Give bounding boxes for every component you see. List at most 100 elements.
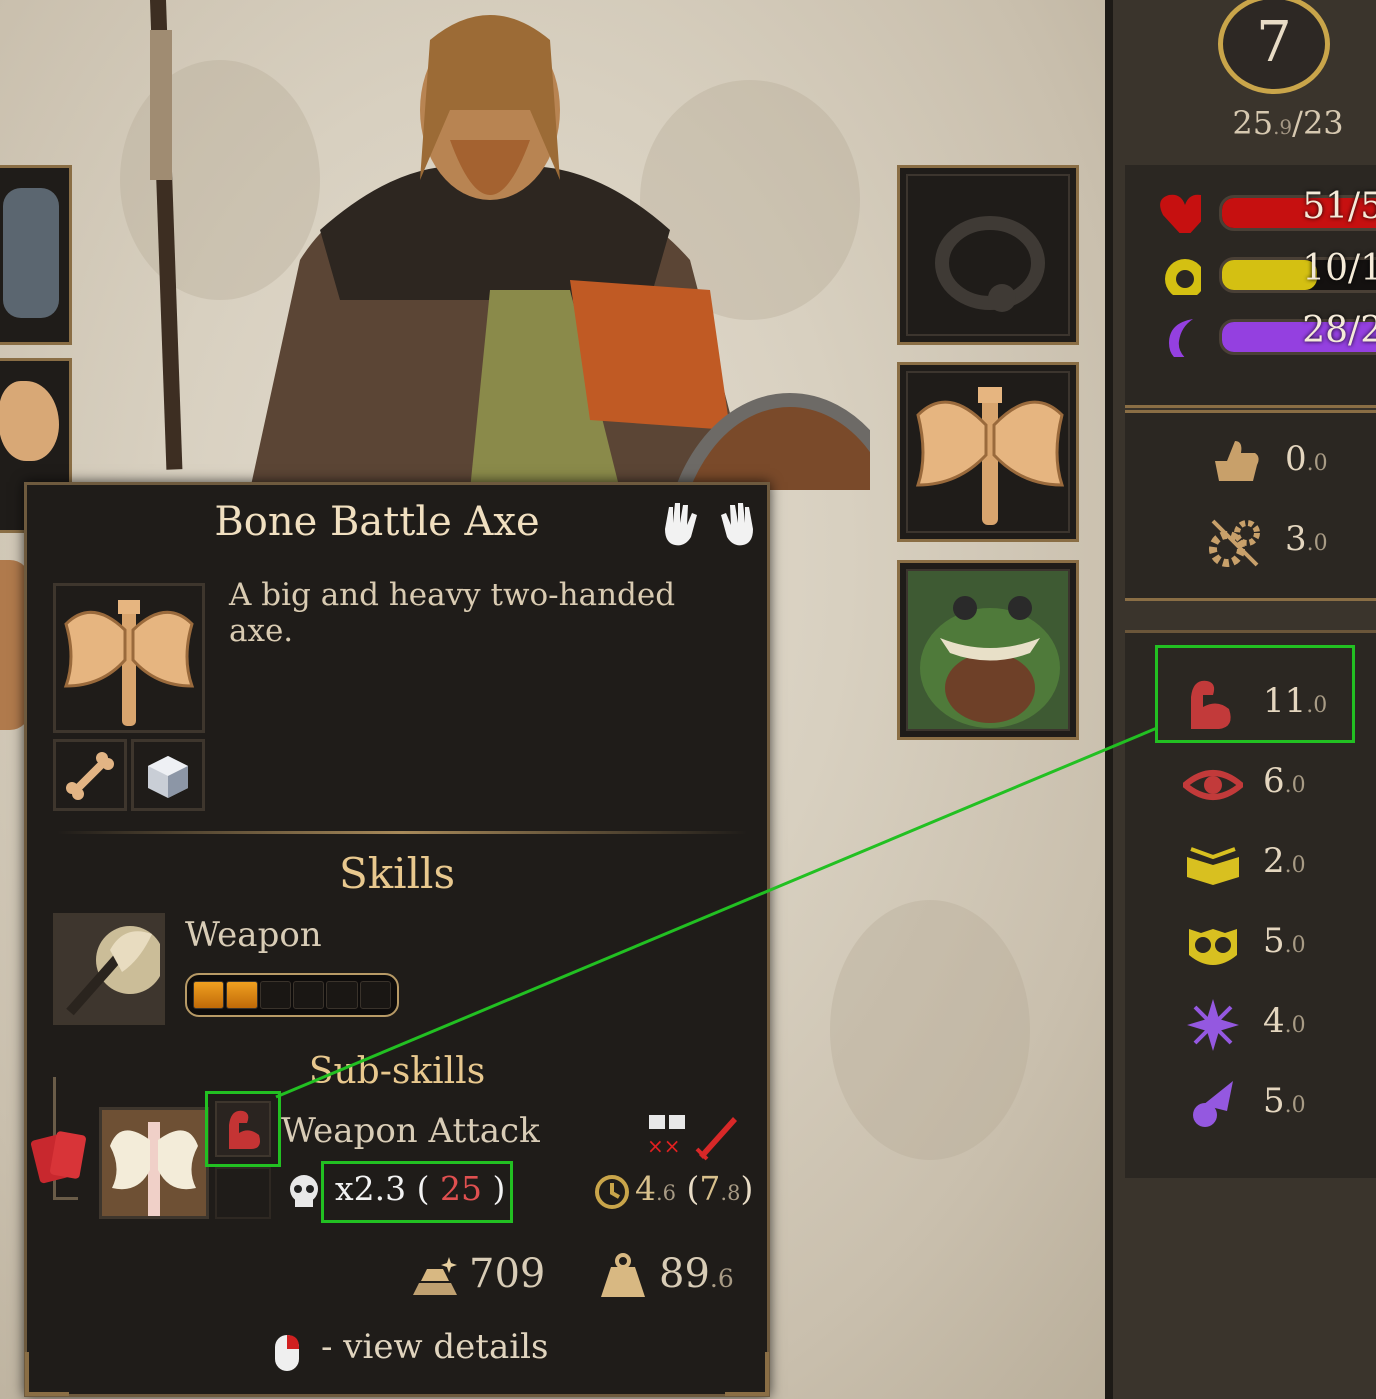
- stat-value: 2.0: [1263, 841, 1306, 881]
- skill-progress-bar: [185, 973, 399, 1017]
- stat-value: 3.0: [1285, 519, 1328, 559]
- carry-weight-decimal: .9: [1273, 115, 1293, 139]
- carry-weight-max: /23: [1292, 104, 1344, 142]
- battle-axe-icon: [915, 387, 1065, 525]
- time-value: 4: [635, 1169, 656, 1208]
- crescent-arrow-icon: [1193, 1081, 1233, 1127]
- stat-value: 4.0: [1263, 1001, 1306, 1041]
- stat-value: 6.0: [1263, 761, 1306, 801]
- subskill-name: Weapon Attack: [281, 1111, 540, 1151]
- weight-value: 89: [659, 1251, 710, 1297]
- cards-icon: [31, 1131, 86, 1184]
- divider: [57, 831, 747, 834]
- skill-progress-segment: [359, 981, 391, 1009]
- stat-decimal: .0: [1284, 773, 1306, 798]
- item-price: 709: [469, 1251, 546, 1297]
- gears-icon: [1209, 519, 1260, 567]
- stat-decimal: .0: [1306, 451, 1328, 476]
- owl-icon: [1189, 929, 1237, 965]
- weapon-skill-icon: [66, 926, 160, 1016]
- equipment-slot-armor[interactable]: [0, 165, 72, 345]
- skull-icon: [290, 1175, 318, 1207]
- subskills-heading: Sub-skills: [308, 1051, 486, 1092]
- weight-icon: [601, 1253, 645, 1297]
- strength-highlight: [1155, 645, 1355, 743]
- stat-row: 0.0: [1125, 431, 1375, 495]
- equipment-slot-ring[interactable]: [897, 165, 1079, 345]
- double-axe-icon: [110, 1122, 198, 1216]
- chainmail-icon: [3, 188, 59, 318]
- action-time: 4.6 (7.8): [635, 1169, 753, 1208]
- level-badge: 7: [1218, 0, 1330, 94]
- stat-decimal: .0: [1284, 933, 1306, 958]
- time-paren-decimal: .8: [720, 1181, 741, 1205]
- stone-block-icon: [148, 756, 188, 798]
- material-slot-bone: [53, 739, 127, 811]
- resource-value: 10/19: [1302, 248, 1376, 289]
- time-paren-close: ): [740, 1169, 754, 1208]
- damage-text: x2.3 ( 25 ): [335, 1169, 505, 1208]
- svg-text:××: ××: [647, 1134, 681, 1158]
- pinwheel-icon: [1187, 999, 1239, 1051]
- stat-decimal: .0: [1284, 1013, 1306, 1038]
- stat-value: 0.0: [1285, 439, 1328, 479]
- level-value: 7: [1256, 10, 1292, 75]
- book-icon: [1187, 847, 1239, 885]
- two-hands-icon: [665, 503, 753, 546]
- item-image-slot: [53, 583, 205, 733]
- paren-close: ): [492, 1169, 506, 1208]
- stat-decimal: .0: [1284, 1093, 1306, 1118]
- damage-multiplier: x2.3: [335, 1169, 407, 1208]
- character-portrait: [150, 0, 870, 490]
- skills-heading: Skills: [338, 849, 456, 898]
- resources-box: 51/51 10/19 28/28: [1125, 165, 1376, 408]
- carry-weight-current: 25: [1232, 104, 1274, 142]
- material-slot-block: [131, 739, 205, 811]
- skill-progress-segment: [259, 981, 291, 1009]
- item-weight: 89.6: [659, 1251, 734, 1297]
- gold-bars-icon: [413, 1257, 457, 1295]
- time-paren-open: (: [686, 1169, 700, 1208]
- ring-icon: [935, 216, 1045, 312]
- stat-row: 5.0: [1125, 1073, 1375, 1137]
- item-tooltip: Bone Battle Axe A big and heavy two-hand…: [24, 482, 770, 1397]
- wallpaper-ornament: [830, 900, 1030, 1160]
- corner-ornament: [25, 1352, 69, 1396]
- resource-row: 51/51: [1155, 186, 1376, 247]
- equipment-slot-weapon[interactable]: [897, 362, 1079, 542]
- axe-head-icon: [0, 381, 59, 461]
- resource-bar: 10/19: [1219, 248, 1376, 293]
- stat-row: 6.0: [1125, 753, 1375, 817]
- eye-icon: [1183, 770, 1243, 800]
- battle-axe-icon: [63, 600, 195, 726]
- bone-icon: [66, 752, 114, 800]
- resource-value: 28/28: [1302, 310, 1376, 351]
- heart-icon: [1160, 194, 1201, 233]
- resource-value: 51/51: [1302, 186, 1376, 227]
- resource-bar: 51/51: [1219, 186, 1376, 231]
- empty-requirement-slot: [215, 1167, 271, 1219]
- resource-bar: 28/28: [1219, 310, 1376, 355]
- stat-decimal: .0: [1284, 853, 1306, 878]
- stat-value: 5.0: [1263, 921, 1306, 961]
- defense-box: 0.0 3.0: [1125, 410, 1376, 601]
- weight-decimal: .6: [709, 1264, 734, 1293]
- time-paren-value: 7: [699, 1169, 721, 1208]
- strength-requirement-slot: [215, 1101, 271, 1157]
- equipment-slot-pet[interactable]: [897, 560, 1079, 740]
- thumbs-up-icon: [1215, 441, 1259, 481]
- stat-row: 5.0: [1125, 913, 1375, 977]
- paren-open: (: [416, 1169, 430, 1208]
- corner-ornament: [725, 1352, 769, 1396]
- skill-name: Weapon: [185, 915, 322, 955]
- frog-creature-icon: [920, 596, 1060, 728]
- weapon-skill-slot: [53, 913, 165, 1025]
- stat-decimal: .0: [1306, 531, 1328, 556]
- stat-row: 4.0: [1125, 993, 1375, 1057]
- subskill-slot: [99, 1107, 209, 1219]
- item-description: A big and heavy two-handed axe.: [229, 577, 676, 649]
- damage-value: 25: [439, 1169, 482, 1208]
- view-details-hint: - view details: [321, 1327, 549, 1367]
- stat-value: 5.0: [1263, 1081, 1306, 1121]
- strength-arm-icon: [229, 1110, 260, 1149]
